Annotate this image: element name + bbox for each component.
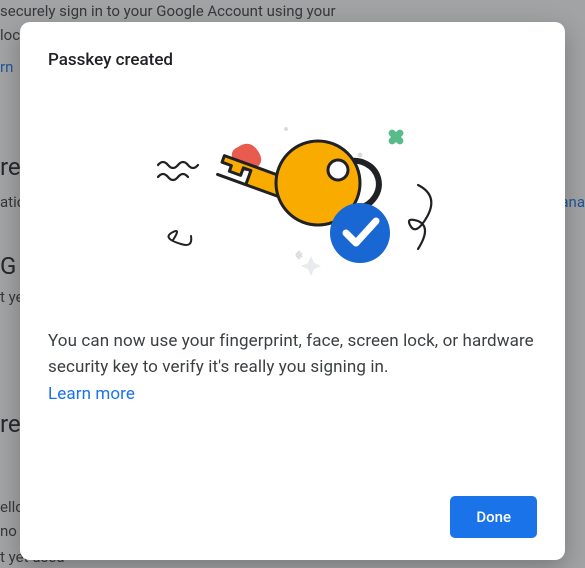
dialog-body: You can now use your fingerprint, face, …: [48, 328, 537, 407]
done-button[interactable]: Done: [450, 496, 537, 538]
learn-more-link[interactable]: Learn more: [48, 384, 135, 404]
passkey-illustration: [48, 100, 537, 300]
dialog-title: Passkey created: [48, 50, 537, 70]
dialog-body-text: You can now use your fingerprint, face, …: [48, 331, 534, 377]
key-checkmark-icon: [128, 115, 458, 285]
passkey-created-dialog: Passkey created: [20, 22, 565, 560]
dialog-actions: Done: [48, 496, 537, 538]
